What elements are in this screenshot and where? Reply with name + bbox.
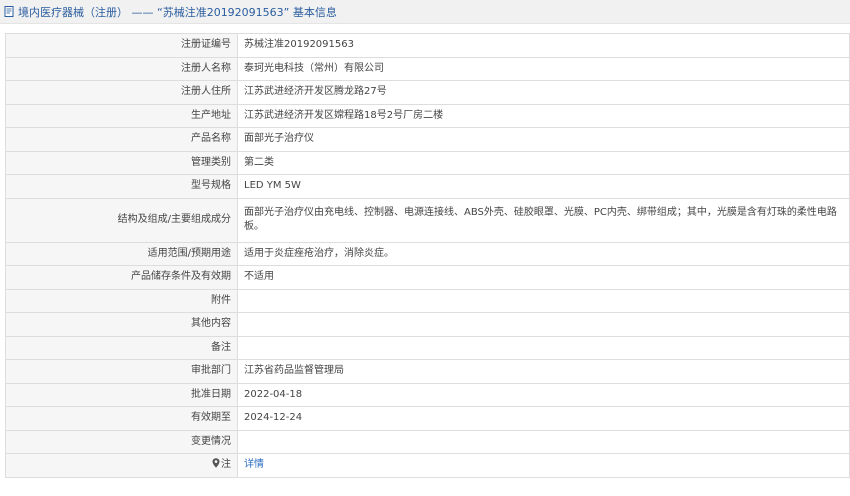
table-row-note: 注 详情: [5, 453, 850, 478]
table-row: 适用范围/预期用途 适用于炎症痤疮治疗，消除炎症。: [5, 241, 850, 266]
row-label: 注册人名称: [5, 56, 238, 81]
row-value: 2024-12-24: [237, 406, 850, 431]
row-value: 江苏省药品监督管理局: [237, 359, 850, 384]
row-label: 结构及组成/主要组成成分: [5, 197, 238, 243]
map-pin-icon: [212, 458, 220, 468]
row-label: 变更情况: [5, 429, 238, 454]
row-value: 不适用: [237, 265, 850, 290]
row-value: 2022-04-18: [237, 382, 850, 407]
table-row: 管理类别 第二类: [5, 150, 850, 175]
row-value: 苏械注准20192091563: [237, 33, 850, 58]
row-label: 产品储存条件及有效期: [5, 265, 238, 290]
row-value: LED YM 5W: [237, 174, 850, 199]
details-link[interactable]: 详情: [244, 459, 264, 470]
table-row: 有效期至 2024-12-24: [5, 406, 850, 431]
note-label: 注: [221, 459, 231, 471]
row-label: 产品名称: [5, 127, 238, 152]
row-label: 管理类别: [5, 150, 238, 175]
table-row: 变更情况: [5, 429, 850, 454]
row-label: 审批部门: [5, 359, 238, 384]
row-label: 批准日期: [5, 382, 238, 407]
row-value: 江苏武进经济开发区腾龙路27号: [237, 80, 850, 105]
row-value: 面部光子治疗仪由充电线、控制器、电源连接线、ABS外壳、硅胶眼罩、光膜、PC内壳…: [237, 197, 850, 243]
row-label: 有效期至: [5, 406, 238, 431]
table-row: 产品名称 面部光子治疗仪: [5, 127, 850, 152]
table-row: 产品储存条件及有效期 不适用: [5, 265, 850, 290]
document-icon: [4, 6, 14, 17]
table-row: 审批部门 江苏省药品监督管理局: [5, 359, 850, 384]
table-row: 型号规格 LED YM 5W: [5, 174, 850, 199]
note-label-cell: 注: [5, 453, 238, 478]
row-label: 其他内容: [5, 312, 238, 337]
table-row: 注册人名称 泰珂光电科技（常州）有限公司: [5, 56, 850, 81]
row-value: 江苏武进经济开发区嫦程路18号2号厂房二楼: [237, 103, 850, 128]
row-label: 注册人住所: [5, 80, 238, 105]
row-value: [237, 288, 850, 313]
row-value: [237, 429, 850, 454]
table-row: 生产地址 江苏武进经济开发区嫦程路18号2号厂房二楼: [5, 103, 850, 128]
row-label: 型号规格: [5, 174, 238, 199]
row-value: [237, 335, 850, 360]
page-header: 境内医疗器械（注册） —— “苏械注准20192091563” 基本信息: [0, 0, 850, 24]
table-row: 其他内容: [5, 312, 850, 337]
note-value-cell: 详情: [237, 453, 850, 478]
table-row: 附件: [5, 288, 850, 313]
row-value: 面部光子治疗仪: [237, 127, 850, 152]
row-label: 生产地址: [5, 103, 238, 128]
row-label: 备注: [5, 335, 238, 360]
table-row: 结构及组成/主要组成成分 面部光子治疗仪由充电线、控制器、电源连接线、ABS外壳…: [5, 197, 850, 243]
row-value: 泰珂光电科技（常州）有限公司: [237, 56, 850, 81]
row-value: 适用于炎症痤疮治疗，消除炎症。: [237, 241, 850, 266]
table-row: 批准日期 2022-04-18: [5, 382, 850, 407]
row-label: 附件: [5, 288, 238, 313]
row-value: [237, 312, 850, 337]
row-label: 适用范围/预期用途: [5, 241, 238, 266]
page-title: 境内医疗器械（注册） —— “苏械注准20192091563” 基本信息: [18, 5, 337, 19]
table-row: 备注: [5, 335, 850, 360]
table-row: 注册人住所 江苏武进经济开发区腾龙路27号: [5, 80, 850, 105]
table-row: 注册证编号 苏械注准20192091563: [5, 33, 850, 58]
row-label: 注册证编号: [5, 33, 238, 58]
registration-detail-table: 注册证编号 苏械注准20192091563 注册人名称 泰珂光电科技（常州）有限…: [5, 33, 850, 478]
row-value: 第二类: [237, 150, 850, 175]
